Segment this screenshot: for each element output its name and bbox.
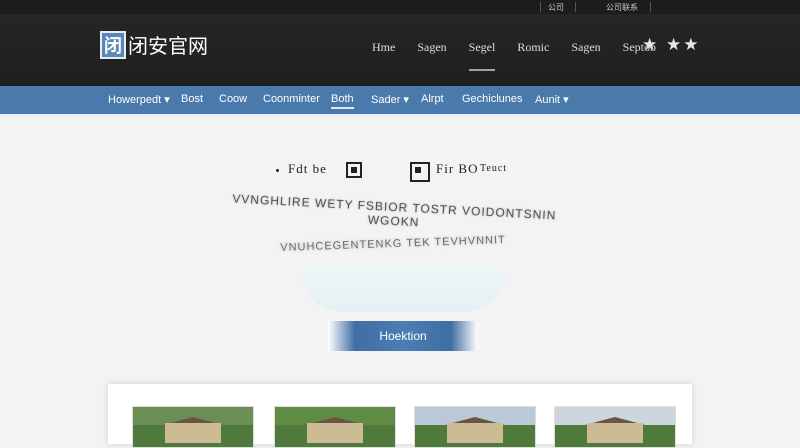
main-nav-item[interactable]: Coonminter [263, 93, 320, 105]
top-link[interactable]: 公司 [548, 2, 564, 13]
badge-text: Fir BO [436, 161, 479, 176]
hero-headline: VVNGHLIRE WETY FSBIOR TOSTR VOIDONTSNIN … [232, 191, 557, 230]
top-utility-bar: 公司 公司联系 [0, 0, 800, 14]
main-nav-item-active[interactable]: Both [331, 93, 354, 109]
hero-cta-button[interactable]: Hoektion [328, 321, 478, 351]
property-card[interactable] [414, 406, 536, 448]
top-divider [540, 2, 541, 12]
top-nav-item[interactable]: Sagen [417, 40, 446, 55]
card-image-house [307, 423, 363, 443]
main-nav-item[interactable]: Bost [181, 93, 203, 105]
property-card[interactable] [554, 406, 676, 448]
property-card[interactable] [274, 406, 396, 448]
hero-wave-decoration [298, 266, 508, 312]
top-nav-item[interactable]: Hme [372, 40, 395, 55]
card-image-house [587, 423, 643, 443]
top-nav-item-active[interactable]: Segel [468, 40, 495, 71]
top-nav: Hme Sagen Segel Romic Sagen Septob [372, 40, 678, 71]
badge-text: Fdt be [288, 161, 327, 176]
top-divider [575, 2, 576, 12]
main-nav: Howerpedt ▾ Bost Coow Coonminter Both Sa… [0, 86, 800, 117]
top-link[interactable]: 公司联系 [606, 2, 638, 13]
star-icon[interactable]: ★ ★★ [642, 35, 700, 55]
qr-code-icon [410, 162, 430, 182]
main-nav-item[interactable]: Gechiclunes [462, 93, 523, 105]
top-divider [650, 2, 651, 12]
main-nav-item[interactable]: Howerpedt ▾ [108, 93, 170, 106]
top-nav-item[interactable]: Romic [517, 40, 549, 55]
property-card[interactable] [132, 406, 254, 448]
main-nav-item[interactable]: Alrpt [421, 93, 444, 105]
hero-badges: Fdt be Fir BO Teuct [276, 158, 546, 182]
badge-text: Teuct [480, 163, 508, 174]
qr-code-icon [346, 162, 362, 178]
dot-icon [276, 169, 279, 172]
logo-text: 闭安官网 [128, 34, 208, 58]
site-header: 闭 闭安官网 Hme Sagen Segel Romic Sagen Septo… [0, 14, 800, 86]
card-image-house [165, 423, 221, 443]
logo-mark: 闭 [100, 30, 126, 59]
top-nav-item[interactable]: Sagen [571, 40, 600, 55]
site-logo[interactable]: 闭 闭安官网 [100, 30, 208, 59]
property-cards [108, 384, 692, 448]
card-image-house [447, 423, 503, 443]
hero-subheadline: VNUHCEGENTENKG TEK TEVHVNNIT [280, 234, 506, 254]
main-nav-item[interactable]: Sader ▾ [371, 93, 409, 106]
main-nav-item[interactable]: Aunit ▾ [535, 93, 569, 106]
main-nav-item[interactable]: Coow [219, 93, 247, 105]
